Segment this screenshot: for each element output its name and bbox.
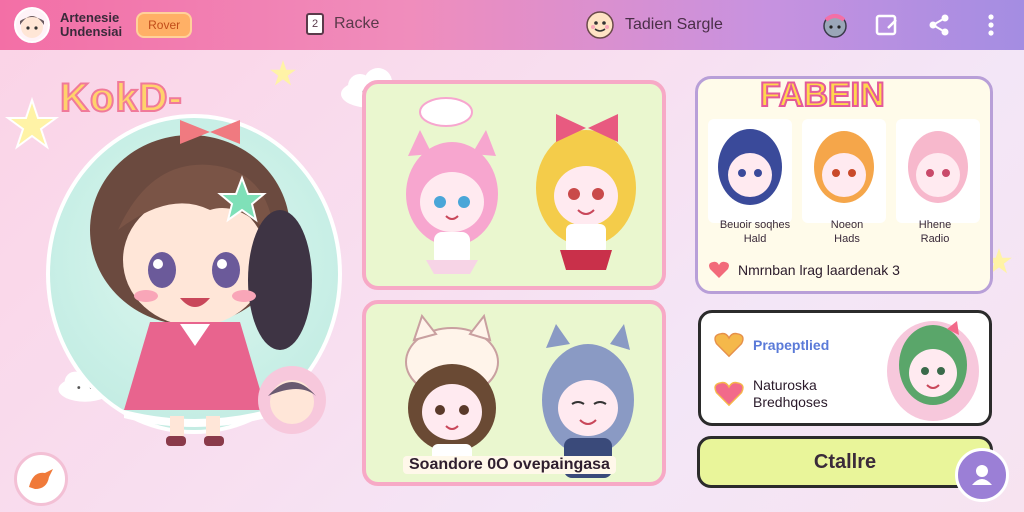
character-label[interactable]: Noeon Hads: [802, 218, 892, 246]
card-icon: 2: [306, 13, 324, 35]
rover-badge-button[interactable]: Rover: [136, 12, 193, 38]
fox-action-button[interactable]: [14, 452, 68, 506]
top-right-actions: [820, 10, 1006, 40]
more-menu-icon[interactable]: [976, 10, 1006, 40]
avatar[interactable]: [14, 7, 50, 43]
heart-icon: [714, 381, 744, 407]
user-name: Tadien Sargle: [625, 16, 723, 33]
profile-icon[interactable]: [820, 10, 850, 40]
panel-caption: Soandore 0O ovepaingasa: [403, 456, 616, 474]
character-label[interactable]: Hhene Radio: [890, 218, 980, 246]
likes-text: Nmrnban lrag laardenak 3: [738, 262, 900, 278]
feature-label: Prapeptlied: [753, 337, 830, 353]
add-character-button[interactable]: [955, 448, 1009, 502]
character-card-pair-top[interactable]: [362, 80, 666, 290]
character-label-line-2: Radio: [920, 233, 950, 245]
heart-icon: [714, 332, 744, 358]
nav-user[interactable]: Tadien Sargle: [585, 10, 723, 40]
character-label-line-1: Noeon: [830, 219, 864, 231]
hero-character-illustration[interactable]: [60, 110, 330, 450]
fox-icon: [29, 469, 53, 489]
two-characters-illustration: [406, 97, 636, 274]
feature-label: Naturoska Bredhqoses: [753, 377, 828, 411]
character-add-icon: [972, 465, 992, 485]
character-label-line-2: Hald: [743, 233, 767, 245]
featured-title: FABEIN: [759, 75, 886, 115]
feature-item[interactable]: Naturoska Bredhqoses: [713, 377, 828, 411]
character-label-line-2: Hads: [834, 233, 860, 245]
brand-line-2: Undensiai: [60, 24, 123, 39]
create-button[interactable]: Ctallre: [697, 436, 993, 488]
character-label-line-1: Hhene: [918, 219, 952, 231]
feature-item[interactable]: Prapeptlied: [713, 331, 829, 359]
edit-icon[interactable]: [872, 10, 902, 40]
star-decoration-icon: [4, 96, 60, 150]
character-label[interactable]: Beuoir soqhes Hald: [710, 218, 800, 246]
character-label-line-1: Beuoir soqhes: [719, 219, 791, 231]
nav-item-racke[interactable]: 2 Racke: [306, 13, 379, 35]
feature-label-line-1: Naturoska: [753, 377, 817, 393]
three-characters-illustration: [708, 119, 980, 223]
green-hair-character-illustration: [887, 321, 979, 421]
feature-label-line-2: Bredhqoses: [753, 394, 828, 410]
features-panel: Prapeptlied Naturoska Bredhqoses: [698, 310, 992, 426]
likes-row[interactable]: Nmrnban lrag laardenak 3: [708, 260, 900, 280]
share-icon[interactable]: [924, 10, 954, 40]
brand-line-1: Artenesie: [60, 10, 120, 25]
star-decoration-icon: [270, 60, 296, 86]
brand-title: Artenesie Undensiai: [60, 11, 122, 39]
nav-item-label: Racke: [334, 15, 380, 32]
smiley-face-icon: [586, 11, 614, 39]
heart-icon: [709, 261, 729, 278]
